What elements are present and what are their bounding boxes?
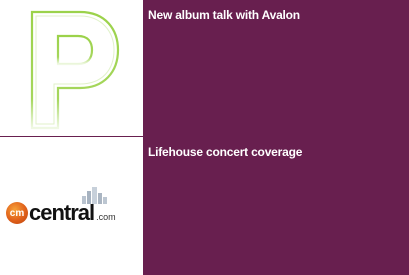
- news-item[interactable]: cm central .com Lifehouse concert covera…: [0, 137, 409, 275]
- p-letter-logo-icon: [30, 10, 120, 130]
- news-panel[interactable]: Lifehouse concert coverage: [143, 137, 409, 275]
- cm-dotcom: .com: [96, 212, 116, 222]
- news-thumbnail[interactable]: [0, 0, 143, 137]
- cmcentral-logo-icon: cm central .com: [6, 186, 140, 226]
- news-title-link[interactable]: Lifehouse concert coverage: [148, 145, 302, 159]
- news-thumbnail[interactable]: cm central .com: [0, 137, 143, 275]
- news-panel[interactable]: New album talk with Avalon: [143, 0, 409, 137]
- news-title-link[interactable]: New album talk with Avalon: [148, 8, 300, 22]
- cm-badge: cm: [6, 202, 28, 224]
- news-feed: New album talk with Avalon cm central .c…: [0, 0, 409, 275]
- cmcentral-wordmark: cm central .com: [6, 200, 116, 224]
- cm-word: central: [29, 200, 95, 225]
- news-item[interactable]: New album talk with Avalon: [0, 0, 409, 137]
